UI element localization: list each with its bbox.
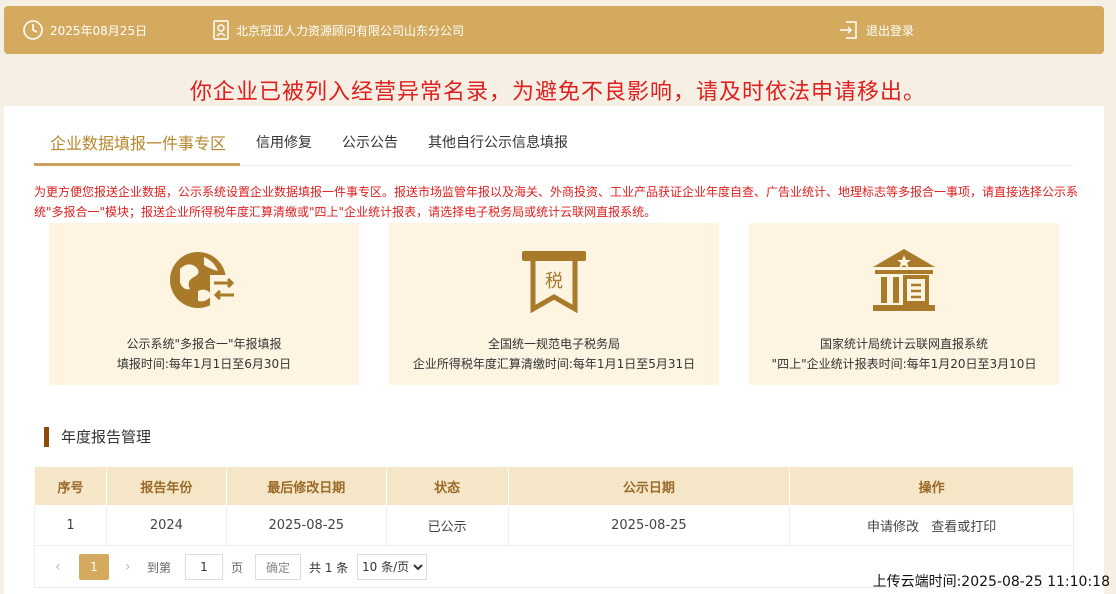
tab-other-disclosure[interactable]: 其他自行公示信息填报 (428, 132, 568, 152)
date-display: 2025年08月25日 (22, 6, 147, 54)
cell-status: 已公示 (386, 505, 509, 546)
logout-icon (840, 21, 857, 39)
col-header-operations: 操作 (789, 466, 1074, 506)
date-text: 2025年08月25日 (50, 23, 148, 38)
page-1-button[interactable]: 1 (79, 554, 109, 580)
logout-label: 退出登录 (866, 23, 915, 38)
next-page-icon[interactable]: › (125, 554, 131, 580)
card-statistics-system-title: 国家统计局统计云联网直报系统 (819, 337, 988, 351)
svg-text:税: 税 (545, 271, 563, 292)
card-multi-report[interactable]: 公示系统"多报合一"年报填报 填报时间:每年1月1日至6月30日 (49, 223, 359, 385)
company-display: 北京冠亚人力资源顾问有限公司山东分公司 (212, 6, 464, 54)
top-bar: 2025年08月25日 北京冠亚人力资源顾问有限公司山东分公司 退出登录 (4, 6, 1104, 54)
card-e-tax-bureau[interactable]: 税 全国统一规范电子税务局 企业所得税年度汇算清缴时间:每年1月1日至5月31日 (389, 223, 719, 385)
cell-publish-date: 2025-08-25 (508, 505, 791, 546)
page-size-select[interactable]: 10 条/页 (357, 554, 427, 580)
company-badge-icon (213, 20, 229, 40)
goto-page-input[interactable]: 1 (185, 554, 223, 580)
tab-announcements[interactable]: 公示公告 (342, 132, 398, 152)
card-e-tax-bureau-title: 全国统一规范电子税务局 (487, 337, 620, 351)
goto-confirm-button[interactable]: 确定 (255, 554, 301, 580)
prev-page-icon[interactable]: ‹ (55, 554, 61, 580)
section-title-text: 年度报告管理 (61, 428, 152, 446)
clock-icon (23, 20, 43, 40)
card-multi-report-period: 填报时间:每年1月1日至6月30日 (116, 357, 292, 371)
globe-exchange-icon (170, 252, 238, 308)
cell-year: 2024 (106, 505, 227, 546)
tab-bar: 企业数据填报一件事专区 信用修复 公示公告 其他自行公示信息填报 (34, 126, 1074, 166)
statistics-bureau-icon (873, 249, 935, 311)
filing-notice: 为更方便您报送企业数据，公示系统设置企业数据填报一件事专区。报送市场监管年报以及… (34, 185, 1079, 219)
tax-icon: 税 (522, 251, 586, 313)
upload-time-stamp: 上传云端时间:2025-08-25 11:10:18 (872, 574, 1110, 590)
card-multi-report-title: 公示系统"多报合一"年报填报 (126, 337, 282, 351)
annual-report-table: 序号 报告年份 最后修改日期 状态 公示日期 操作 1 2024 2025-08… (34, 466, 1074, 546)
col-header-modified: 最后修改日期 (225, 466, 387, 506)
col-header-status: 状态 (385, 466, 509, 506)
active-tab-indicator (34, 163, 240, 166)
main-panel: 企业数据填报一件事专区 信用修复 公示公告 其他自行公示信息填报 为更方便您报送… (4, 106, 1104, 594)
goto-label: 到第 (147, 560, 172, 575)
col-header-publish-date: 公示日期 (507, 466, 791, 506)
card-e-tax-bureau-period: 企业所得税年度汇算清缴时间:每年1月1日至5月31日 (412, 357, 696, 371)
cell-operations: 申请修改 查看或打印 (789, 505, 1074, 546)
tab-credit-repair[interactable]: 信用修复 (256, 132, 312, 152)
abnormal-list-warning: 你企业已被列入经营异常名录，为避免不良影响，请及时依法申请移出。 (189, 80, 926, 105)
section-marker (44, 426, 49, 447)
card-statistics-system-period: "四上"企业统计报表时间:每年1月20日至3月10日 (771, 357, 1037, 371)
col-header-no: 序号 (34, 466, 107, 506)
table-header-row: 序号 报告年份 最后修改日期 状态 公示日期 操作 (34, 466, 1074, 506)
request-modify-link[interactable]: 申请修改 (867, 520, 919, 535)
cell-no: 1 (34, 505, 107, 546)
page-unit-label: 页 (231, 560, 244, 575)
company-name: 北京冠亚人力资源顾问有限公司山东分公司 (236, 23, 465, 38)
cell-modified: 2025-08-25 (226, 505, 387, 546)
annual-report-section-title: 年度报告管理 (44, 426, 151, 447)
view-print-link[interactable]: 查看或打印 (931, 520, 996, 535)
card-statistics-system[interactable]: 国家统计局统计云联网直报系统 "四上"企业统计报表时间:每年1月20日至3月10… (749, 223, 1059, 385)
col-header-year: 报告年份 (105, 466, 227, 506)
tab-data-filing[interactable]: 企业数据填报一件事专区 (50, 130, 226, 154)
table-row: 1 2024 2025-08-25 已公示 2025-08-25 申请修改 查看… (34, 505, 1074, 546)
total-count: 共 1 条 (309, 560, 349, 575)
logout-button[interactable]: 退出登录 (838, 6, 914, 54)
